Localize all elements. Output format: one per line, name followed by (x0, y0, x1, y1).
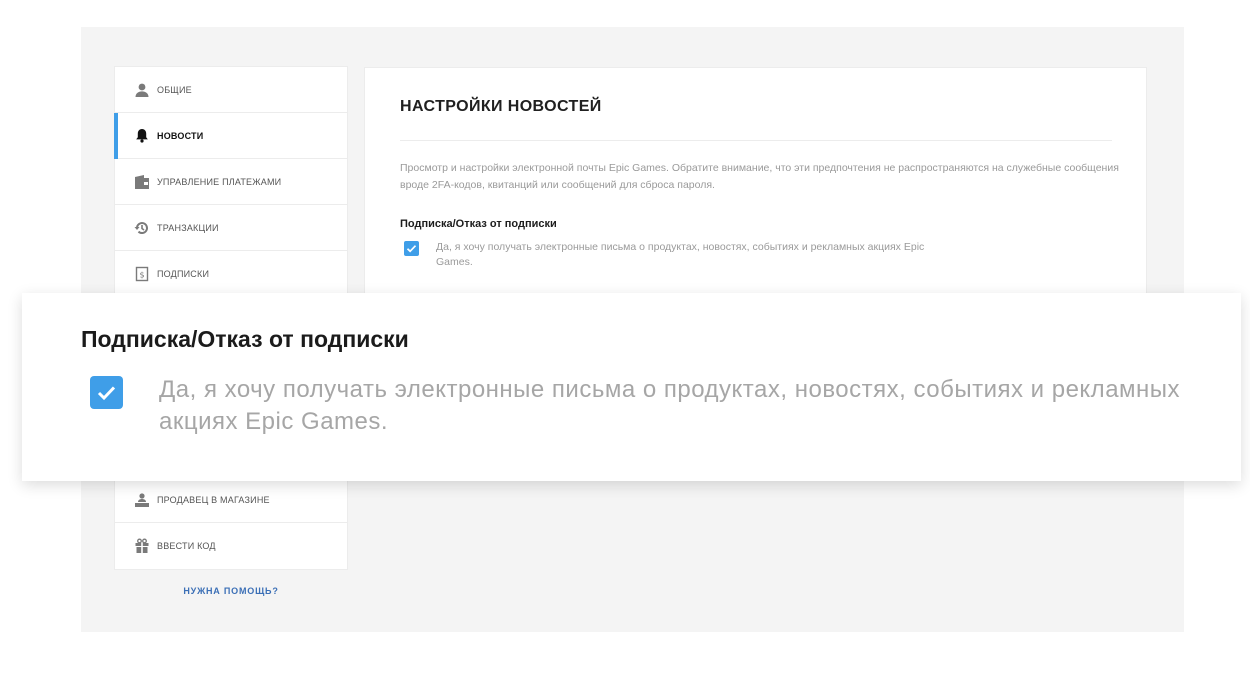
settings-description: Просмотр и настройки электронной почты E… (400, 162, 1119, 191)
zoom-newsletter-checkbox[interactable] (90, 376, 123, 409)
sidebar-item-payment-management[interactable]: УПРАВЛЕНИЕ ПЛАТЕЖАМИ (115, 159, 347, 205)
newsletter-checkbox-label: Да, я хочу получать электронные письма о… (436, 241, 925, 268)
sidebar-item-label: ПОДПИСКИ (157, 268, 210, 279)
sidebar-item-redeem-code[interactable]: ВВЕСТИ КОД (115, 523, 347, 569)
sidebar-item-label: ТРАНЗАКЦИИ (157, 222, 219, 233)
wallet-icon (133, 173, 151, 191)
svg-text:$: $ (139, 270, 144, 279)
zoom-newsletter-checkbox-label: Да, я хочу получать электронные письма о… (159, 376, 1181, 435)
subscription-icon: $ (133, 265, 151, 283)
title-divider (400, 140, 1112, 141)
news-settings-card: НАСТРОЙКИ НОВОСТЕЙ Просмотр и настройки … (364, 67, 1147, 297)
user-icon (133, 81, 151, 99)
bell-icon (133, 127, 151, 145)
sidebar-item-general[interactable]: ОБЩИЕ (115, 67, 347, 113)
screenshot-canvas: ОБЩИЕ НОВОСТИ УПРАВЛЕНИЕ ПЛАТЕЖАМИ ТРАНЗ… (0, 0, 1250, 685)
checkmark-icon (406, 245, 417, 253)
zoom-subscription-heading: Подписка/Отказ от подписки (81, 326, 409, 352)
help-link[interactable]: НУЖНА ПОМОЩЬ? (115, 586, 347, 596)
sidebar-item-label: НОВОСТИ (157, 130, 204, 141)
sidebar-item-label: ОБЩИЕ (157, 84, 192, 95)
sidebar-item-subscriptions[interactable]: $ ПОДПИСКИ (115, 251, 347, 297)
sidebar-item-news[interactable]: НОВОСТИ (114, 113, 347, 159)
seller-icon (133, 491, 151, 509)
sidebar-item-label: ПРОДАВЕЦ В МАГАЗИНЕ (157, 494, 270, 505)
sidebar-item-transactions[interactable]: ТРАНЗАКЦИИ (115, 205, 347, 251)
sidebar-item-label: УПРАВЛЕНИЕ ПЛАТЕЖАМИ (157, 176, 282, 187)
history-icon (133, 219, 151, 237)
page-title: НАСТРОЙКИ НОВОСТЕЙ (400, 98, 602, 115)
sidebar-item-label: ВВЕСТИ КОД (157, 541, 216, 551)
checkmark-icon (97, 386, 116, 401)
zoom-callout: Подписка/Отказ от подписки Да, я хочу по… (22, 293, 1241, 481)
subscription-heading: Подписка/Отказ от подписки (400, 218, 557, 230)
newsletter-checkbox[interactable] (404, 241, 419, 256)
sidebar-item-store-seller[interactable]: ПРОДАВЕЦ В МАГАЗИНЕ (115, 477, 347, 523)
gift-icon (133, 537, 151, 555)
